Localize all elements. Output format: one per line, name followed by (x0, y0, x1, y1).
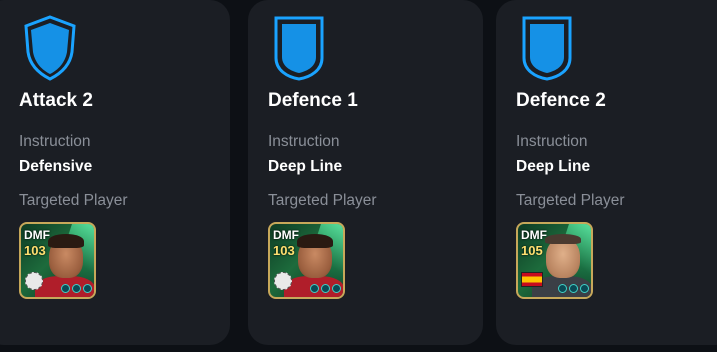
defence-shield-icon (522, 16, 572, 81)
player-hair (545, 234, 581, 244)
player-rating: 105 (521, 243, 543, 258)
instruction-card-defence-2[interactable]: Defence 2 Instruction Deep Line Targeted… (496, 0, 717, 345)
targeted-player-card[interactable]: DMF 103 (268, 222, 345, 299)
skill-dot-icon (72, 284, 81, 293)
club-crest-icon (274, 272, 292, 290)
targeted-player-label: Targeted Player (516, 192, 625, 209)
skill-dots (61, 284, 92, 293)
spain-flag-icon (521, 272, 543, 287)
player-position: DMF (273, 228, 299, 242)
card-title: Defence 1 (268, 90, 358, 111)
shield-icon (24, 15, 76, 81)
skill-dots (310, 284, 341, 293)
skill-dot-icon (61, 284, 70, 293)
skill-dot-icon (580, 284, 589, 293)
player-face (546, 238, 580, 278)
instruction-value: Defensive (19, 158, 93, 175)
instruction-value: Deep Line (268, 158, 343, 175)
targeted-player-label: Targeted Player (268, 192, 377, 209)
skill-dot-icon (569, 284, 578, 293)
targeted-player-card[interactable]: DMF 103 (19, 222, 96, 299)
player-hair (48, 234, 84, 248)
player-rating: 103 (273, 243, 295, 258)
defence-shield-icon (274, 16, 324, 81)
player-position: DMF (24, 228, 50, 242)
skill-dot-icon (310, 284, 319, 293)
instruction-label: Instruction (19, 133, 91, 150)
instruction-label: Instruction (268, 133, 340, 150)
instruction-value: Deep Line (516, 158, 591, 175)
skill-dot-icon (321, 284, 330, 293)
player-hair (297, 234, 333, 248)
player-position: DMF (521, 228, 547, 242)
skill-dot-icon (558, 284, 567, 293)
skill-dot-icon (83, 284, 92, 293)
instruction-card-defence-1[interactable]: Defence 1 Instruction Deep Line Targeted… (248, 0, 483, 345)
instruction-label: Instruction (516, 133, 588, 150)
player-rating: 103 (24, 243, 46, 258)
card-title: Attack 2 (19, 90, 93, 111)
targeted-player-label: Targeted Player (19, 192, 128, 209)
club-crest-icon (25, 272, 43, 290)
skill-dots (558, 284, 589, 293)
targeted-player-card[interactable]: DMF 105 (516, 222, 593, 299)
skill-dot-icon (332, 284, 341, 293)
instruction-card-attack-2[interactable]: Attack 2 Instruction Defensive Targeted … (0, 0, 230, 345)
card-title: Defence 2 (516, 90, 606, 111)
